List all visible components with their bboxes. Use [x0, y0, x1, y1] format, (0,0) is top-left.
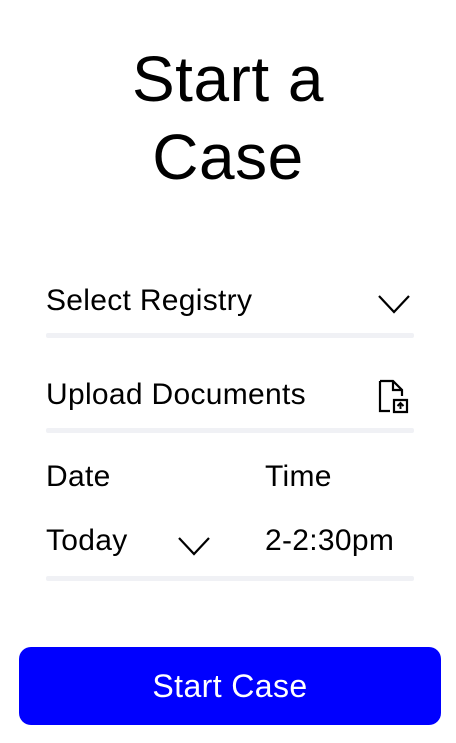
date-select[interactable]: Today — [46, 523, 226, 563]
chevron-down-icon — [178, 537, 210, 556]
upload-documents-label: Upload Documents — [46, 378, 306, 411]
time-field[interactable]: 2-2:30pm — [265, 523, 415, 563]
upload-documents-field[interactable]: Upload Documents — [46, 377, 414, 435]
time-label: Time — [265, 460, 332, 493]
upload-documents-underline — [46, 428, 414, 433]
registry-select-label: Select Registry — [46, 284, 253, 317]
page-title: Start a Case — [0, 40, 456, 196]
start-case-button[interactable]: Start Case — [19, 647, 441, 725]
date-select-value: Today — [46, 524, 128, 557]
registry-select-underline — [46, 333, 414, 338]
time-field-value: 2-2:30pm — [265, 524, 395, 557]
date-time-underline — [46, 576, 414, 581]
date-label: Date — [46, 460, 111, 493]
page-title-line-1: Start a — [131, 43, 325, 115]
file-upload-icon[interactable] — [376, 379, 410, 415]
page-title-line-2: Case — [152, 121, 304, 193]
registry-select[interactable]: Select Registry — [46, 283, 414, 339]
chevron-down-icon — [378, 295, 410, 314]
